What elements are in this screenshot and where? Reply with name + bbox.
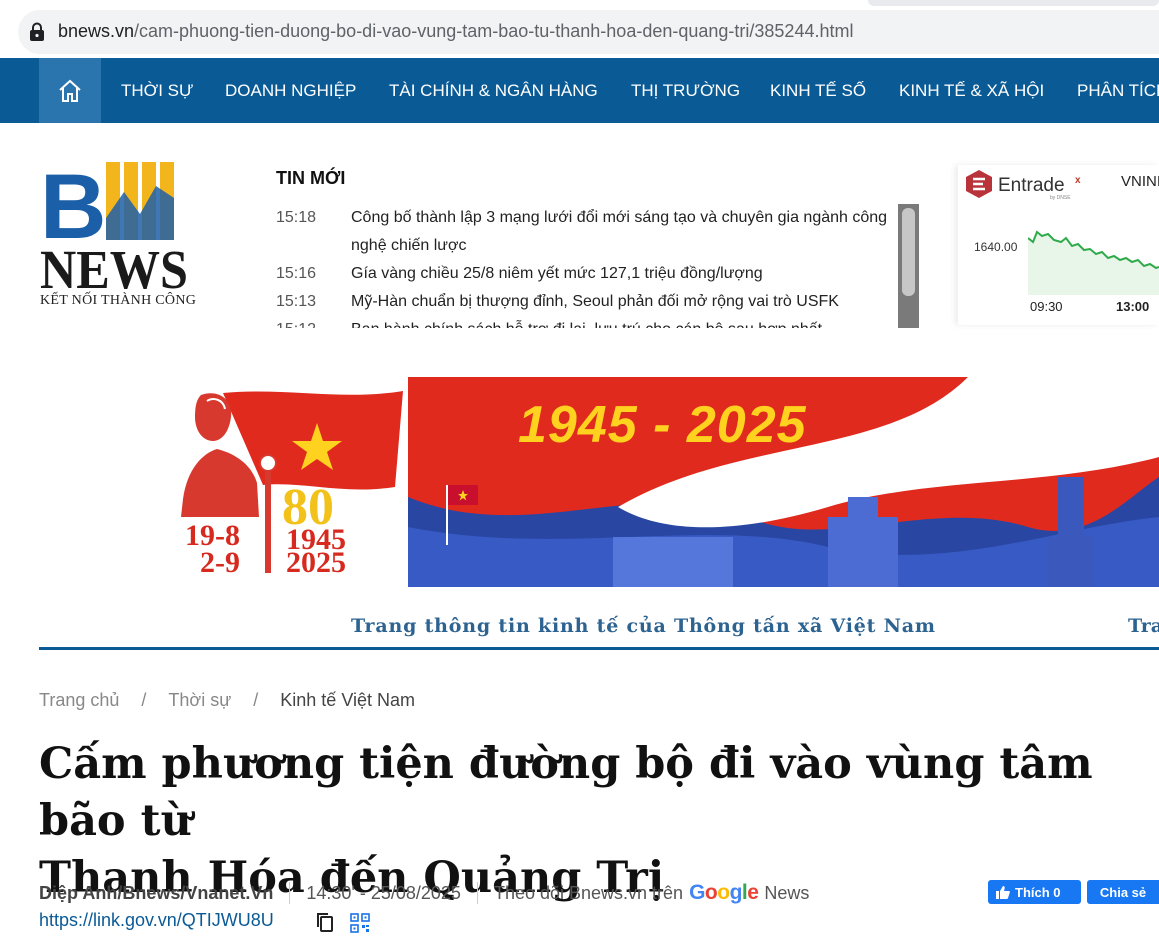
article-author[interactable]: Diệp Anh/Bnews/Vnanet.Vn — [39, 883, 273, 904]
news-time: 15:16 — [276, 265, 317, 282]
thumbs-up-icon — [996, 886, 1010, 899]
news-time: 15:18 — [276, 209, 317, 226]
nav-item-kinh-te-xa-hoi[interactable]: KINH TẾ & XÃ HỘI — [899, 58, 1044, 123]
article-shortlink[interactable]: https://link.gov.vn/QTIJWU8U — [39, 910, 274, 931]
breadcrumb-thoi-su[interactable]: Thời sự — [168, 690, 231, 711]
bnews-logo[interactable]: B NEWS — [40, 156, 190, 313]
list-item[interactable]: 15:16 Gía vàng chiều 25/8 niêm yết mức 1… — [276, 260, 896, 288]
news-time: 15:12 — [276, 316, 351, 328]
site-tagline-repeat: Tra — [1128, 615, 1159, 637]
list-item[interactable]: 15:12 Ban hành chính sách hỗ trợ đi lại,… — [276, 316, 896, 328]
entrade-price-label: 1640.00 — [974, 240, 1018, 254]
banner-years: 1945 - 2025 — [518, 396, 807, 454]
news-link[interactable]: Mỹ-Hàn chuẩn bị thượng đỉnh, Seoul phản … — [351, 288, 896, 316]
breadcrumb-home[interactable]: Trang chủ — [39, 690, 119, 711]
entrade-brand-sub: by DNSE — [1050, 195, 1071, 201]
nav-item-phan-tich[interactable]: PHÂN TÍCH — [1077, 58, 1159, 123]
lock-icon — [30, 22, 44, 41]
logo-wordmark: NEWS — [40, 239, 188, 293]
google-logo[interactable]: Google — [689, 881, 759, 905]
nav-item-tai-chinh-ngan-hang[interactable]: TÀI CHÍNH & NGÂN HÀNG — [389, 58, 598, 123]
entrade-time-tick: 09:30 — [1030, 299, 1063, 314]
follow-prefix: Theo dõi Bnews.vn trên — [493, 882, 684, 903]
nav-item-doanh-nghiep[interactable]: DOANH NGHIỆP — [225, 58, 356, 123]
url-host: bnews.vn — [58, 21, 135, 41]
breadcrumb-separator: / — [253, 690, 259, 710]
entrade-logo-icon — [966, 170, 992, 198]
nav-item-thi-truong[interactable]: THỊ TRƯỜNG — [631, 58, 740, 123]
news-time: 15:13 — [276, 293, 317, 310]
breadcrumb-separator: / — [141, 690, 147, 710]
meta-divider — [476, 882, 478, 904]
banner-date-2-9: 2-9 — [200, 546, 240, 579]
article-meta: Diệp Anh/Bnews/Vnanet.Vn 14:30' - 25/08/… — [39, 880, 809, 906]
breadcrumb-kinh-te-viet-nam[interactable]: Kinh tế Việt Nam — [280, 690, 415, 711]
copy-icon[interactable] — [315, 912, 335, 934]
follow-suffix[interactable]: News — [764, 883, 809, 904]
entrade-brand: Entrade — [998, 175, 1065, 196]
list-item[interactable]: 15:18 Công bố thành lập 3 mạng lưới đổi … — [276, 204, 896, 260]
entrade-widget[interactable]: Entrade x by DNSE VNINI 1640.00 09:30 13… — [958, 165, 1159, 325]
url-field[interactable]: bnews.vn/cam-phuong-tien-duong-bo-di-vao… — [18, 10, 1159, 54]
tagline-divider — [39, 647, 1159, 650]
url-text: bnews.vn/cam-phuong-tien-duong-bo-di-vao… — [58, 21, 853, 42]
meta-divider — [289, 882, 291, 904]
nav-item-kinh-te-so[interactable]: KINH TẾ SỐ — [770, 58, 866, 123]
bnews-logo-mark: B NEWS — [40, 156, 188, 300]
entrade-sparkline — [1028, 230, 1159, 295]
article-datetime: 14:30' - 25/08/2025 — [306, 882, 461, 903]
facebook-like-button[interactable]: Thích 0 — [988, 880, 1081, 904]
news-link[interactable]: Ban hành chính sách hỗ trợ đi lại, lưu t… — [351, 316, 896, 328]
qr-code-icon[interactable] — [350, 913, 370, 933]
breadcrumb: Trang chủ / Thời sự / Kinh tế Việt Nam — [39, 690, 415, 711]
logo-tagline: KẾT NỐI THÀNH CÔNG — [40, 293, 197, 308]
facebook-share-button[interactable]: Chia sẻ — [1087, 880, 1159, 904]
headline-line-1: Cấm phương tiện đường bộ đi vào vùng tâm… — [39, 739, 1093, 846]
nav-item-thoi-su[interactable]: THỜI SỰ — [121, 58, 194, 123]
nav-home-button[interactable] — [39, 58, 101, 123]
news-link[interactable]: Gía vàng chiều 25/8 niêm yết mức 127,1 t… — [351, 260, 896, 288]
entrade-brand-sup: x — [1075, 175, 1081, 186]
main-navigation: THỜI SỰ DOANH NGHIỆP TÀI CHÍNH & NGÂN HÀ… — [0, 58, 1159, 123]
facebook-share-label: Chia sẻ — [1099, 884, 1147, 900]
browser-tab-edge — [868, 0, 1159, 6]
browser-address-bar: bnews.vn/cam-phuong-tien-duong-bo-di-vao… — [0, 0, 1159, 58]
facebook-like-label: Thích 0 — [1015, 884, 1061, 900]
scrollbar-thumb[interactable] — [902, 208, 915, 296]
latest-news-list: 15:18 Công bố thành lập 3 mạng lưới đổi … — [276, 204, 896, 328]
entrade-time-tick: 13:00 — [1116, 299, 1150, 314]
list-item[interactable]: 15:13 Mỹ-Hàn chuẩn bị thượng đỉnh, Seoul… — [276, 288, 896, 316]
site-tagline: Trang thông tin kinh tế của Thông tấn xã… — [351, 615, 936, 637]
home-icon — [59, 79, 81, 102]
latest-news-title: TIN MỚI — [276, 168, 346, 188]
entrade-ticker: VNINI — [1121, 173, 1159, 190]
banner-year-2025: 2025 — [286, 546, 346, 579]
url-path: /cam-phuong-tien-duong-bo-di-vao-vung-ta… — [134, 21, 854, 41]
news-link[interactable]: Công bố thành lập 3 mạng lưới đổi mới sá… — [351, 204, 896, 260]
